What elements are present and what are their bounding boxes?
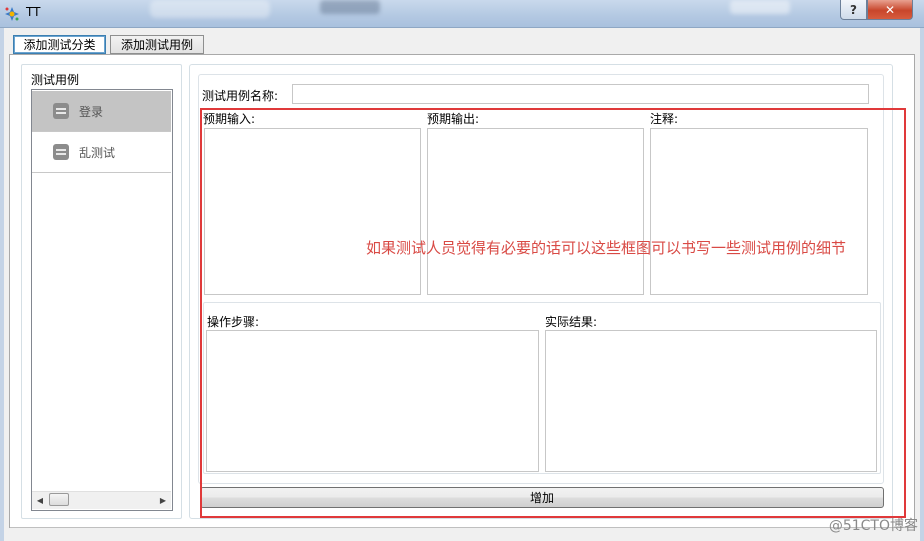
scroll-right-icon[interactable]: ▶ xyxy=(156,492,170,508)
blurred-background xyxy=(320,0,380,14)
scroll-left-icon[interactable]: ◀ xyxy=(33,492,47,508)
tab-add-testcase[interactable]: 添加测试用例 xyxy=(110,35,204,54)
testcase-name-input[interactable] xyxy=(292,84,869,104)
app-icon xyxy=(5,7,19,21)
divider xyxy=(10,527,914,528)
window-title: TT xyxy=(26,5,41,19)
annotation-box xyxy=(200,108,906,518)
tab-add-category[interactable]: 添加测试分类 xyxy=(13,35,106,54)
list-item-label: 登录 xyxy=(79,104,104,119)
list-icon xyxy=(53,144,69,160)
list-item-label: 乱测试 xyxy=(79,145,116,160)
blurred-background xyxy=(730,0,790,14)
annotation-text: 如果测试人员觉得有必要的话可以这些框图可以书写一些测试用例的细节 xyxy=(366,239,847,257)
help-button[interactable]: ? xyxy=(840,0,867,20)
watermark: @51CTO博客 xyxy=(828,518,918,534)
list-icon xyxy=(53,103,69,119)
blurred-background xyxy=(150,0,270,18)
testcase-name-label: 测试用例名称: xyxy=(202,89,279,103)
testcase-group-title: 测试用例 xyxy=(31,73,80,87)
scroll-thumb[interactable] xyxy=(49,493,69,506)
close-button[interactable]: ✕ xyxy=(867,0,913,20)
list-item[interactable]: 乱测试 xyxy=(32,132,171,173)
list-item[interactable]: 登录 xyxy=(32,91,171,132)
